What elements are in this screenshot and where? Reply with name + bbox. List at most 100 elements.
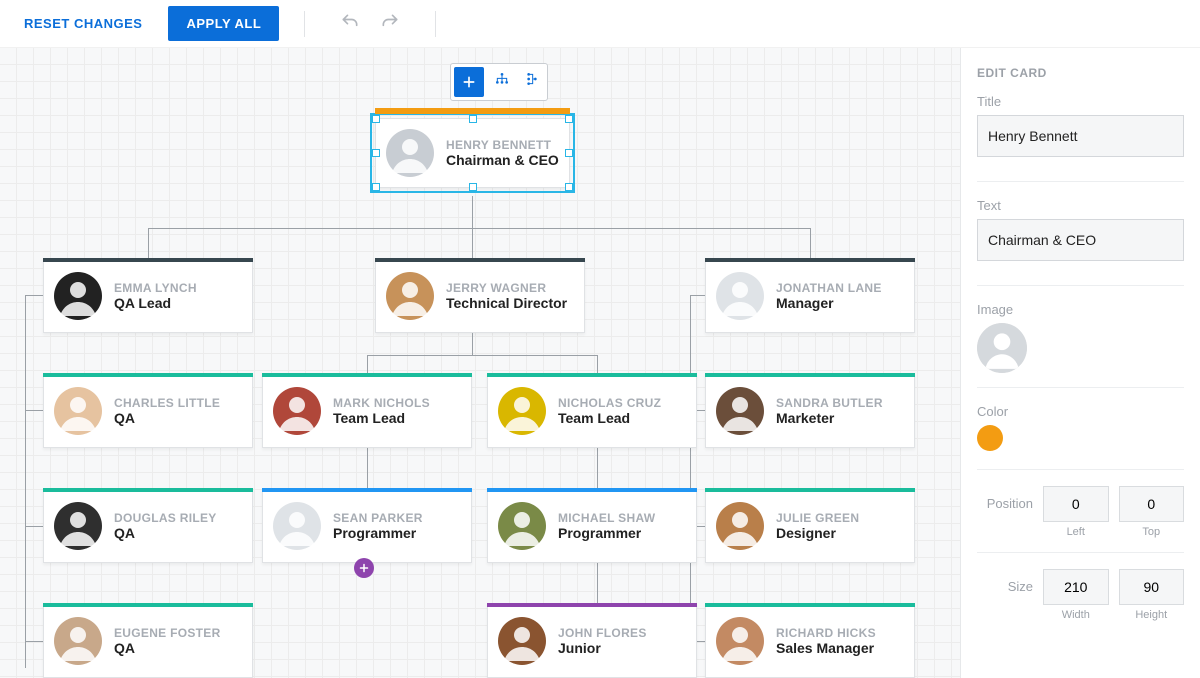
add-child-button[interactable] xyxy=(354,558,374,578)
selection-color-bar xyxy=(375,108,570,114)
card-name: NICHOLAS CRUZ xyxy=(558,396,661,410)
hierarchy-button[interactable] xyxy=(487,64,517,94)
avatar xyxy=(386,272,434,320)
panel-heading: EDIT CARD xyxy=(977,66,1184,80)
undo-button[interactable] xyxy=(330,6,370,41)
card-michael[interactable]: MICHAEL SHAWProgrammer xyxy=(487,488,697,563)
avatar xyxy=(273,387,321,435)
card-name: SANDRA BUTLER xyxy=(776,396,883,410)
color-swatch[interactable] xyxy=(977,425,1003,451)
color-bar xyxy=(487,373,697,377)
size-row: Size Width Height xyxy=(977,569,1184,621)
position-row: Position Left Top xyxy=(977,486,1184,538)
avatar xyxy=(386,129,434,177)
color-bar xyxy=(375,258,585,262)
canvas[interactable]: HENRY BENNETT Chairman & CEO EMMA LYNCHQ… xyxy=(0,48,960,678)
position-left-input[interactable] xyxy=(1043,486,1109,522)
color-bar xyxy=(262,373,472,377)
avatar xyxy=(716,617,764,665)
position-label: Position xyxy=(977,486,1033,511)
branch-button[interactable] xyxy=(517,64,547,94)
color-bar xyxy=(43,258,253,262)
text-input[interactable] xyxy=(977,219,1184,261)
color-bar xyxy=(705,488,915,492)
left-sublabel: Left xyxy=(1043,526,1109,538)
card-ceo[interactable]: HENRY BENNETT Chairman & CEO xyxy=(375,118,570,188)
avatar xyxy=(54,502,102,550)
card-role: QA xyxy=(114,525,217,541)
apply-all-button[interactable]: APPLY ALL xyxy=(168,6,279,41)
avatar-icon xyxy=(977,323,1027,373)
card-nick[interactable]: NICHOLAS CRUZTeam Lead xyxy=(487,373,697,448)
card-name: RICHARD HICKS xyxy=(776,626,876,640)
color-bar xyxy=(705,258,915,262)
size-height-input[interactable] xyxy=(1119,569,1185,605)
card-mark[interactable]: MARK NICHOLSTeam Lead xyxy=(262,373,472,448)
reset-changes-button[interactable]: RESET CHANGES xyxy=(16,6,150,41)
card-name: SEAN PARKER xyxy=(333,511,423,525)
color-bar xyxy=(487,603,697,607)
card-name: EMMA LYNCH xyxy=(114,281,197,295)
card-charles[interactable]: CHARLES LITTLEQA xyxy=(43,373,253,448)
color-bar xyxy=(705,603,915,607)
image-preview[interactable] xyxy=(977,323,1027,373)
card-sean[interactable]: SEAN PARKERProgrammer xyxy=(262,488,472,563)
text-label: Text xyxy=(977,198,1184,213)
card-role: QA Lead xyxy=(114,295,197,311)
color-bar xyxy=(43,373,253,377)
card-role: Team Lead xyxy=(558,410,661,426)
card-name: JERRY WAGNER xyxy=(446,281,567,295)
color-label: Color xyxy=(977,404,1184,419)
divider xyxy=(977,181,1184,182)
card-name: CHARLES LITTLE xyxy=(114,396,220,410)
add-node-button[interactable] xyxy=(454,67,484,97)
card-role: Team Lead xyxy=(333,410,430,426)
separator xyxy=(304,11,305,37)
avatar xyxy=(54,387,102,435)
position-top-input[interactable] xyxy=(1119,486,1185,522)
plus-icon xyxy=(461,74,477,90)
top-sublabel: Top xyxy=(1119,526,1185,538)
node-mini-toolbar xyxy=(450,63,548,101)
undo-icon xyxy=(340,12,360,32)
height-sublabel: Height xyxy=(1119,609,1185,621)
card-sandra[interactable]: SANDRA BUTLERMarketer xyxy=(705,373,915,448)
redo-button[interactable] xyxy=(370,6,410,41)
divider xyxy=(977,387,1184,388)
avatar xyxy=(54,617,102,665)
color-bar xyxy=(487,488,697,492)
title-input[interactable] xyxy=(977,115,1184,157)
card-douglas[interactable]: DOUGLAS RILEYQA xyxy=(43,488,253,563)
card-john[interactable]: JOHN FLORESJunior xyxy=(487,603,697,678)
divider xyxy=(977,552,1184,553)
divider xyxy=(977,285,1184,286)
card-role: QA xyxy=(114,410,220,426)
card-richard[interactable]: RICHARD HICKSSales Manager xyxy=(705,603,915,678)
card-manager[interactable]: JONATHAN LANEManager xyxy=(705,258,915,333)
avatar xyxy=(498,387,546,435)
width-sublabel: Width xyxy=(1043,609,1109,621)
avatar xyxy=(498,617,546,665)
plus-icon xyxy=(358,562,370,574)
card-qa-lead[interactable]: EMMA LYNCHQA Lead xyxy=(43,258,253,333)
card-role: Junior xyxy=(558,640,647,656)
color-bar xyxy=(262,488,472,492)
card-eugene[interactable]: EUGENE FOSTERQA xyxy=(43,603,253,678)
card-role: Designer xyxy=(776,525,859,541)
card-name: DOUGLAS RILEY xyxy=(114,511,217,525)
edit-card-panel: EDIT CARD Title Text Image Color Positio… xyxy=(960,48,1200,678)
divider xyxy=(977,469,1184,470)
card-role: Manager xyxy=(776,295,882,311)
branch-icon xyxy=(524,71,540,87)
title-label: Title xyxy=(977,94,1184,109)
card-julie[interactable]: JULIE GREENDesigner xyxy=(705,488,915,563)
card-role: Marketer xyxy=(776,410,883,426)
hierarchy-icon xyxy=(494,71,510,87)
avatar xyxy=(716,502,764,550)
size-width-input[interactable] xyxy=(1043,569,1109,605)
color-bar xyxy=(705,373,915,377)
separator xyxy=(435,11,436,37)
card-tech-director[interactable]: JERRY WAGNERTechnical Director xyxy=(375,258,585,333)
card-name: HENRY BENNETT xyxy=(446,138,559,152)
card-name: JULIE GREEN xyxy=(776,511,859,525)
